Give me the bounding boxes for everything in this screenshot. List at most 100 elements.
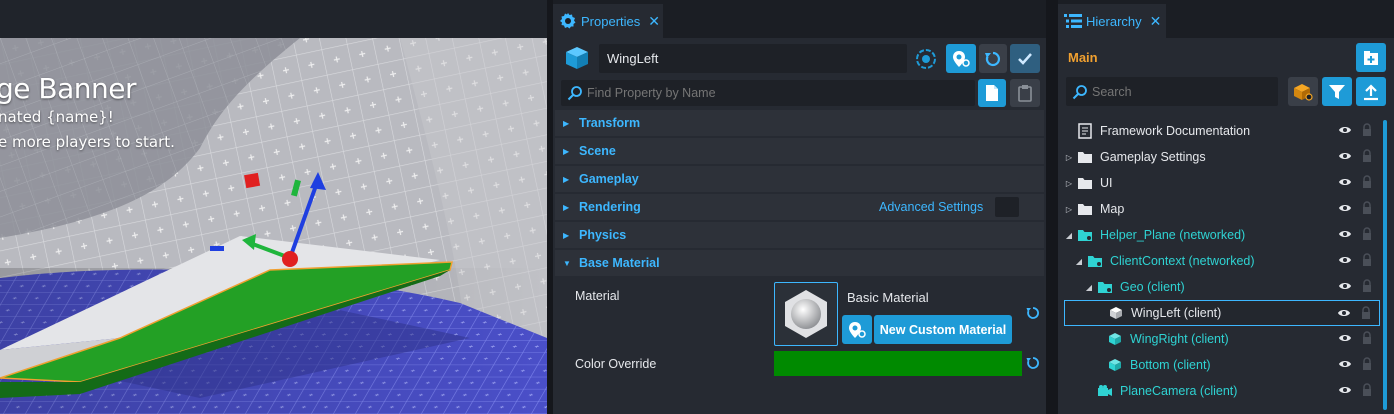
- eye-icon[interactable]: [1338, 202, 1352, 217]
- hierarchy-panel: Hierarchy ✕ Main Fra: [1058, 0, 1394, 414]
- lock-icon[interactable]: [1362, 253, 1372, 270]
- material-thumbnail[interactable]: [774, 282, 838, 346]
- properties-tabbar: Properties ✕: [553, 0, 1046, 38]
- section-gameplay-label: Gameplay: [579, 172, 639, 186]
- paste-properties-button[interactable]: [1010, 79, 1040, 107]
- hierarchy-item-map[interactable]: ▷ Map: [1064, 196, 1380, 222]
- client-context-button[interactable]: [946, 44, 976, 73]
- viewport-panel[interactable]: ge Banner nated {name}! e more players t…: [0, 0, 547, 414]
- eye-icon[interactable]: [1338, 358, 1352, 373]
- material-label: Material: [575, 289, 620, 303]
- section-gameplay[interactable]: ▶ Gameplay: [555, 166, 1044, 192]
- upload-icon: [1364, 83, 1378, 100]
- eye-icon[interactable]: [1338, 384, 1352, 399]
- find-property-input[interactable]: [587, 86, 975, 100]
- section-base-material-label: Base Material: [579, 256, 660, 270]
- section-base-material[interactable]: ▼ Base Material: [555, 250, 1044, 276]
- tab-hierarchy-label: Hierarchy: [1086, 13, 1142, 29]
- color-reset-icon[interactable]: [1025, 355, 1041, 371]
- network-context-icon[interactable]: [913, 45, 939, 73]
- hierarchy-item-wingleft[interactable]: WingLeft (client): [1064, 300, 1380, 326]
- chevron-right-icon: ▶: [563, 174, 570, 184]
- hierarchy-item-client-context[interactable]: ◢ ClientContext (networked): [1064, 248, 1380, 274]
- hierarchy-item-bottom[interactable]: Bottom (client): [1064, 352, 1380, 378]
- chevron-right-icon: ▶: [563, 202, 570, 212]
- lock-icon[interactable]: [1362, 201, 1372, 218]
- refresh-icon: [985, 51, 1001, 66]
- eye-icon[interactable]: [1338, 280, 1352, 295]
- section-scene[interactable]: ▶ Scene: [555, 138, 1044, 164]
- filter-button[interactable]: [1322, 77, 1352, 106]
- tab-properties[interactable]: Properties ✕: [553, 4, 663, 38]
- apply-button[interactable]: [1010, 44, 1040, 73]
- new-folder-button[interactable]: [1356, 43, 1386, 72]
- hierarchy-item-geo[interactable]: ◢ Geo (client): [1064, 274, 1380, 300]
- color-override-swatch[interactable]: [774, 351, 1022, 376]
- section-scene-label: Scene: [579, 144, 616, 158]
- hierarchy-search-field[interactable]: [1066, 77, 1278, 106]
- hierarchy-item-label: UI: [1100, 176, 1113, 190]
- eye-icon[interactable]: [1338, 150, 1352, 165]
- expand-arrow-icon[interactable]: ▷: [1064, 153, 1074, 162]
- upload-button[interactable]: [1356, 77, 1386, 106]
- chevron-right-icon: ▶: [563, 230, 570, 240]
- reset-button[interactable]: [979, 44, 1007, 73]
- hierarchy-scrollbar[interactable]: [1383, 120, 1387, 410]
- search-icon: [1072, 84, 1087, 99]
- expand-arrow-icon[interactable]: ▷: [1064, 205, 1074, 214]
- section-transform[interactable]: ▶ Transform: [555, 110, 1044, 136]
- eye-icon[interactable]: [1338, 124, 1352, 139]
- eye-icon[interactable]: [1338, 254, 1352, 269]
- panel-divider[interactable]: [1046, 0, 1058, 414]
- expand-arrow-icon[interactable]: ▷: [1064, 179, 1074, 188]
- lock-icon[interactable]: [1362, 175, 1372, 192]
- viewport-tabbar: [0, 0, 547, 38]
- hierarchy-item-label: PlaneCamera (client): [1120, 384, 1238, 398]
- hierarchy-item-ui[interactable]: ▷ UI: [1064, 170, 1380, 196]
- hierarchy-item-label: WingRight (client): [1130, 332, 1229, 346]
- eye-icon[interactable]: [1338, 228, 1352, 243]
- hierarchy-search-input[interactable]: [1092, 84, 1278, 99]
- eye-icon[interactable]: [1338, 332, 1352, 347]
- viewport-scene[interactable]: ge Banner nated {name}! e more players t…: [0, 38, 547, 414]
- lock-icon[interactable]: [1362, 331, 1372, 348]
- new-custom-material-button[interactable]: New Custom Material: [874, 315, 1012, 344]
- lock-icon[interactable]: [1362, 357, 1372, 374]
- templates-button[interactable]: [1288, 77, 1318, 106]
- hierarchy-item-plane-camera[interactable]: PlaneCamera (client): [1064, 378, 1380, 404]
- properties-panel: Properties ✕ WingLeft Find Property by N…: [553, 0, 1046, 414]
- copy-properties-button[interactable]: [978, 79, 1006, 107]
- material-context-button[interactable]: [842, 315, 872, 344]
- hierarchy-item-helper-plane[interactable]: ◢ Helper_Plane (networked): [1064, 222, 1380, 248]
- lock-icon[interactable]: [1361, 306, 1371, 323]
- advanced-settings-link[interactable]: Advanced Settings: [879, 200, 983, 214]
- networked-folder-icon: [1076, 227, 1094, 243]
- close-icon[interactable]: ✕: [1150, 13, 1162, 30]
- chevron-down-icon: ▼: [563, 258, 571, 268]
- object-cube-icon: [563, 44, 591, 72]
- hierarchy-item-framework-documentation[interactable]: Framework Documentation: [1064, 118, 1380, 144]
- section-rendering[interactable]: ▶ Rendering Advanced Settings: [555, 194, 1044, 220]
- section-physics[interactable]: ▶ Physics: [555, 222, 1044, 248]
- object-name-field[interactable]: WingLeft: [599, 44, 907, 73]
- collapse-arrow-icon[interactable]: ◢: [1074, 257, 1084, 266]
- lock-icon[interactable]: [1362, 227, 1372, 244]
- lock-icon[interactable]: [1362, 279, 1372, 296]
- close-icon[interactable]: ✕: [648, 13, 660, 30]
- lock-icon[interactable]: [1362, 383, 1372, 400]
- hierarchy-item-gameplay-settings[interactable]: ▷ Gameplay Settings: [1064, 144, 1380, 170]
- hierarchy-item-wingright[interactable]: WingRight (client): [1064, 326, 1380, 352]
- find-property-field[interactable]: [561, 80, 975, 106]
- lock-icon[interactable]: [1362, 123, 1372, 140]
- eye-icon[interactable]: [1337, 307, 1351, 322]
- eye-icon[interactable]: [1338, 176, 1352, 191]
- collapse-arrow-icon[interactable]: ◢: [1064, 231, 1074, 240]
- tab-hierarchy[interactable]: Hierarchy ✕: [1058, 4, 1166, 38]
- lock-icon[interactable]: [1362, 149, 1372, 166]
- client-cube-icon: [1106, 331, 1124, 347]
- color-override-label: Color Override: [575, 357, 657, 371]
- collapse-arrow-icon[interactable]: ◢: [1084, 283, 1094, 292]
- material-value-field[interactable]: Basic Material: [843, 284, 1021, 310]
- material-reset-icon[interactable]: [1025, 305, 1041, 321]
- advanced-settings-checkbox[interactable]: [995, 197, 1019, 217]
